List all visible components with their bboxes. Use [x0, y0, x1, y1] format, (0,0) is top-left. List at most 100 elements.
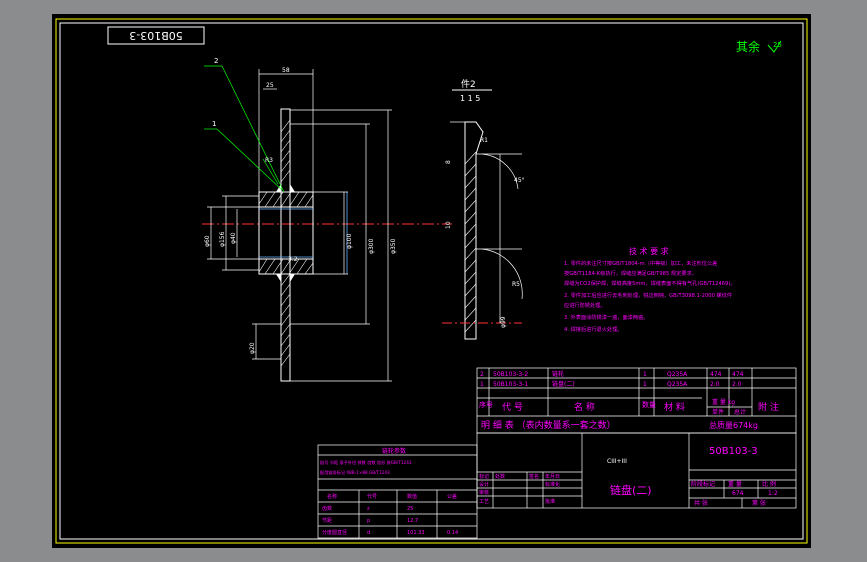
role-sign: 签名	[529, 473, 539, 480]
param-r1c2: 12.7	[407, 518, 418, 524]
detail-dim-a: 8	[445, 160, 452, 164]
role-count: 处数	[495, 473, 505, 480]
technical-requirements: 技 术 要 求 1. 零件的未注尺寸按GB/T1804-m（中等级）加工，未注形…	[564, 246, 736, 333]
bom-row2-no: 2	[480, 371, 484, 378]
total-weight: 总质量674kg	[709, 420, 758, 430]
list-title: 明 细 表 （表内数量系一套之数）	[481, 419, 616, 431]
bom-row1-w2: 2.0	[732, 381, 742, 388]
param-r1c0: 节距	[322, 518, 332, 524]
param-r1c1: p	[367, 518, 370, 524]
bom-h-material: 材 料	[664, 401, 685, 413]
bom-h-total: 总计	[734, 408, 746, 416]
bom-row1-name: 链盘(二)	[552, 380, 575, 388]
detail-dim-c: R1	[480, 137, 488, 144]
detail-hatch	[464, 151, 477, 333]
balloon-1: 1	[212, 120, 216, 128]
detail-dim-e: R5	[512, 281, 520, 288]
bom-row2-code: 50B103-3-2	[493, 371, 528, 378]
rotated-drawing-code: 50B103-3	[129, 29, 183, 42]
role-design: 设计	[479, 481, 489, 488]
bom-h-single: 单件	[712, 408, 724, 416]
title-name: 链盘(二)	[610, 483, 652, 497]
param-r0c1: z	[367, 506, 370, 512]
detail-scale: 1 1 5	[460, 94, 480, 103]
tech-line-3: 焊缝为CO2保护焊，焊缝高度5mm，焊缝表面不得有气孔(GB/T12469)。	[564, 279, 736, 287]
role-mark: 标记	[479, 473, 489, 480]
roughness-note: 其余	[736, 39, 760, 54]
bom-row1-qty: 1	[643, 381, 647, 388]
bom-h-qty: 数量	[642, 400, 656, 409]
detail-dim-b: 10	[445, 221, 452, 229]
param-r2c2: 101.33	[407, 530, 425, 536]
weight-value: 674	[732, 490, 744, 497]
param-r2c0: 分度圆直径	[322, 529, 347, 536]
bom-h-weight: 重 量 kg	[712, 398, 735, 406]
bore-hidden-lines	[259, 192, 348, 274]
param-h3: 公差	[447, 493, 457, 500]
param-title: 链轮参数	[382, 447, 406, 455]
role-process: 工艺	[479, 499, 489, 505]
param-r0c2: 25	[407, 506, 413, 512]
param-r0c0: 齿数	[322, 505, 332, 512]
tech-line-1: 1. 零件的未注尺寸按GB/T1804-m（中等级）加工，未注形位公差	[564, 259, 717, 267]
param-r2c1: d	[367, 530, 370, 536]
dim-d1: φ350	[390, 238, 397, 254]
dim-d11: φ20	[249, 342, 256, 354]
param-h1: 代号	[367, 493, 377, 500]
bom-row1-code: 50B103-3-1	[493, 381, 528, 388]
role-approve: 批准	[545, 498, 555, 505]
dim-d8: φ40	[230, 232, 237, 244]
bom-h-no: 序号	[479, 400, 493, 409]
drawing-sheet: 50B103-3 其余 25 2 1 58 25 φ350 φ300 φ100 …	[52, 14, 811, 548]
dim-d2: φ300	[368, 238, 375, 254]
bom-row2-w2: 474	[732, 371, 744, 378]
scale-value: 1:2	[768, 490, 778, 497]
main-section-view: 2 1 58 25 φ350 φ300 φ100 φ156 φ60 φ40 3.…	[202, 57, 452, 382]
detail-dim-angle: 45°	[514, 177, 525, 184]
param-line-2: 配用链条标记 08B-1×88 GB/T1243	[320, 469, 390, 476]
bom-h-code: 代 号	[502, 402, 523, 413]
dim-small-top: 25	[266, 82, 274, 89]
param-h2: 数值	[407, 493, 417, 500]
bom-row2-qty: 1	[643, 371, 647, 378]
detail-dims	[450, 121, 523, 323]
sheet-total: 共 张	[694, 499, 708, 507]
param-line-1: 链号 节距 滚子外径 排数 齿数 齿形 按GB/T1243	[320, 459, 412, 466]
param-h0: 名称	[327, 493, 337, 500]
role-review: 审核	[479, 489, 489, 496]
dim-d13: 3.2	[288, 256, 298, 263]
role-std: 标准化	[545, 481, 560, 488]
tech-line-6: 3. 外表面涂防锈漆一遍，面漆两遍。	[564, 313, 648, 321]
bom-h-name: 名 称	[574, 401, 595, 413]
weight-label: 重 量	[728, 480, 742, 488]
param-r2c3: 0.14	[447, 530, 458, 536]
tech-line-2: 按GB/T1184-K级执行，焊缝应满足GB/T985 规定要求，	[564, 269, 697, 277]
bom-row1-no: 1	[480, 381, 484, 388]
param-table	[317, 444, 478, 539]
bom-row2-material: Q235A	[667, 371, 688, 378]
dim-d5: φ156	[219, 231, 226, 247]
scale-label: 比 例	[762, 480, 776, 488]
bom-row1-material: Q235A	[667, 381, 688, 388]
tech-title: 技 术 要 求	[629, 246, 669, 256]
tech-line-5: 应进行防锈处理。	[564, 301, 606, 309]
bom-row1-w1: 2.0	[710, 381, 720, 388]
bom-row2-w1: 474	[710, 371, 722, 378]
tech-line-4: 2. 零件加工后应进行去毛刺处理，锐边倒钝，GB/T3098.1-2000 螺纹…	[564, 291, 732, 299]
dim-top: 58	[282, 67, 290, 74]
dim-d6: φ100	[346, 233, 353, 249]
cad-drawing: 50B103-3 其余 25 2 1 58 25 φ350 φ300 φ100 …	[55, 18, 808, 544]
detail-view: 件2 1 1 5 8 10 R1 45° φ99 R5	[442, 78, 525, 340]
company: CIII+III	[607, 458, 627, 465]
dim-d15: R3	[265, 157, 273, 164]
role-date: 年月日	[545, 473, 560, 480]
dim-d7: φ60	[204, 235, 211, 247]
dimension-lines	[207, 69, 392, 382]
balloon-2: 2	[214, 57, 218, 65]
tech-line-7: 4. 焊接后进行退火处理。	[564, 325, 622, 333]
detail-dim-d: φ99	[500, 316, 507, 328]
bom-h-note: 附 注	[758, 401, 779, 413]
bom-row2-name: 链轮	[552, 370, 564, 378]
title-code: 50B103-3	[709, 446, 758, 457]
sheet-no: 第 张	[752, 499, 766, 507]
